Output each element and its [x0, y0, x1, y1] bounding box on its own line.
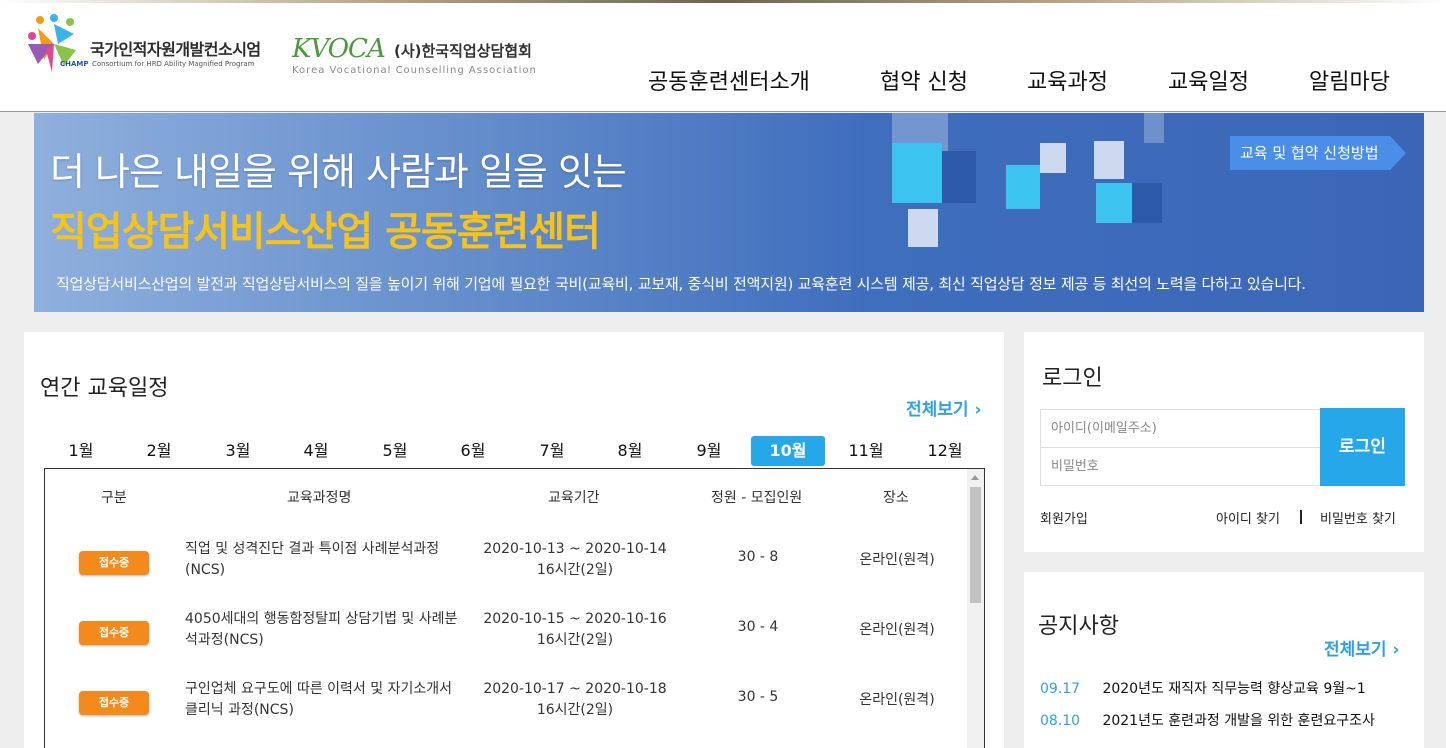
- table-scrollbar[interactable]: [967, 469, 984, 748]
- schedule-view-all-link[interactable]: 전체보기 ›: [906, 395, 982, 420]
- status-badge: 접수중: [79, 691, 149, 715]
- month-tab-7[interactable]: 7월: [515, 436, 589, 466]
- month-tab-1[interactable]: 1월: [44, 436, 118, 466]
- month-tab-12[interactable]: 12월: [908, 436, 982, 466]
- find-id-link[interactable]: 아이디 찾기: [1216, 508, 1280, 527]
- table-row[interactable]: 접수중 직업 및 성격진단 결과 특이점 사례분석과정(NCS) 2020-10…: [45, 535, 965, 605]
- month-tab-11[interactable]: 11월: [829, 436, 903, 466]
- status-badge: 접수중: [79, 621, 149, 645]
- course-dates: 2020-10-13 ~ 2020-10-14: [483, 541, 667, 557]
- course-hours: 16시간(2일): [536, 562, 614, 578]
- banner-cube-graphic: [892, 113, 1164, 247]
- month-tab-8[interactable]: 8월: [593, 436, 667, 466]
- column-header-course-name: 교육과정명: [287, 490, 352, 506]
- month-tab-3[interactable]: 3월: [201, 436, 275, 466]
- table-row[interactable]: 접수중 구인업체 요구도에 따른 이력서 및 자기소개서 클리닉 과정(NCS)…: [45, 675, 965, 745]
- scroll-up-arrow-icon[interactable]: [971, 475, 979, 480]
- kvoca-logo-subtitle: Korea Vocational Counselling Association: [292, 65, 537, 76]
- notice-title: 공지사항: [1038, 614, 1119, 639]
- course-place: 온라인(원격): [859, 552, 935, 568]
- course-hours: 16시간(2일): [536, 632, 614, 648]
- course-capacity: 30 - 8: [737, 549, 779, 565]
- course-period: 2020-10-15 ~ 2020-10-16 16시간(2일): [475, 609, 675, 651]
- nav-item-center-intro[interactable]: 공동훈련센터소개: [648, 64, 810, 100]
- course-name[interactable]: 4050세대의 행동함정탈피 상담기법 및 사례분석과정(NCS): [185, 609, 465, 651]
- scrollbar-thumb[interactable]: [970, 487, 981, 603]
- header-top-line: [0, 0, 1446, 3]
- column-header-period: 교육기간: [548, 490, 600, 506]
- course-period: 2020-10-17 ~ 2020-10-18 16시간(2일): [475, 679, 675, 721]
- month-tabs: 1월 2월 3월 4월 5월 6월 7월 8월 9월 10월 11월 12월: [44, 436, 984, 468]
- kvoca-logo-name: (사)한국직업상담협회: [394, 42, 532, 60]
- month-tab-6[interactable]: 6월: [436, 436, 510, 466]
- course-place: 온라인(원격): [859, 692, 935, 708]
- month-tab-5[interactable]: 5월: [358, 436, 432, 466]
- nav-item-notice-board[interactable]: 알림마당: [1309, 64, 1390, 100]
- link-divider: [1300, 510, 1302, 524]
- month-tab-2[interactable]: 2월: [122, 436, 196, 466]
- list-item[interactable]: 08.10 2021년도 훈련과정 개발을 위한 훈련요구조사: [1040, 710, 1375, 730]
- course-capacity: 30 - 5: [737, 689, 779, 705]
- table-row[interactable]: 접수중 4050세대의 행동함정탈피 상담기법 및 사례분석과정(NCS) 20…: [45, 605, 965, 675]
- month-tab-9[interactable]: 9월: [672, 436, 746, 466]
- notice-view-all-label: 전체보기: [1324, 640, 1387, 660]
- course-place: 온라인(원격): [859, 622, 935, 638]
- notice-view-all-link[interactable]: 전체보기 ›: [1324, 635, 1400, 660]
- course-capacity: 30 - 4: [737, 619, 779, 635]
- schedule-table: 구분 교육과정명 교육기간 정원 - 모집인원 장소 접수중 직업 및 성격진단…: [44, 468, 985, 748]
- signup-link[interactable]: 회원가입: [1040, 508, 1088, 527]
- list-item[interactable]: 09.17 2020년도 재직자 직무능력 향상교육 9월~1: [1040, 678, 1366, 698]
- login-panel: 로그인 아이디(이메일주소) 비밀번호 로그인 회원가입 아이디 찾기 비밀번호…: [1024, 332, 1424, 552]
- schedule-view-all-label: 전체보기: [906, 400, 969, 420]
- password-field[interactable]: 비밀번호: [1040, 447, 1321, 486]
- champ-logo-subtitle: Consortium for HRD Ability Magnified Pro…: [92, 60, 255, 68]
- course-dates: 2020-10-15 ~ 2020-10-16: [483, 611, 667, 627]
- course-name[interactable]: 구인업체 요구도에 따른 이력서 및 자기소개서 클리닉 과정(NCS): [185, 679, 465, 721]
- month-tab-10[interactable]: 10월: [751, 436, 825, 466]
- banner-title: 직업상담서비스산업 공동훈련센터: [50, 209, 601, 255]
- course-hours: 16시간(2일): [536, 702, 614, 718]
- hero-banner: 더 나은 내일을 위해 사람과 일을 잇는 직업상담서비스산업 공동훈련센터 직…: [34, 113, 1424, 312]
- site-header: 국가인적자원개발컨소시엄 CHAMP Consortium for HRD Ab…: [0, 0, 1446, 112]
- email-field[interactable]: 아이디(이메일주소): [1040, 409, 1321, 448]
- chevron-right-icon: ›: [974, 400, 982, 420]
- banner-description: 직업상담서비스산업의 발전과 직업상담서비스의 질을 높이기 위해 기업에 필요…: [56, 275, 1306, 293]
- nav-item-courses[interactable]: 교육과정: [1027, 64, 1108, 100]
- chevron-right-icon: ›: [1392, 640, 1400, 660]
- course-name[interactable]: 직업 및 성격진단 결과 특이점 사례분석과정(NCS): [185, 539, 465, 581]
- kvoca-logo[interactable]: KVOCA (사)한국직업상담협회 Korea Vocational Couns…: [292, 34, 542, 84]
- month-tab-4[interactable]: 4월: [279, 436, 353, 466]
- status-badge: 접수중: [79, 551, 149, 575]
- notice-text[interactable]: 2020년도 재직자 직무능력 향상교육 9월~1: [1102, 681, 1365, 697]
- annual-schedule-panel: 연간 교육일정 전체보기 › 1월 2월 3월 4월 5월 6월 7월 8월 9…: [24, 332, 1004, 748]
- apply-guide-button[interactable]: 교육 및 협약 신청방법: [1230, 136, 1406, 170]
- notice-panel: 공지사항 전체보기 › 09.17 2020년도 재직자 직무능력 향상교육 9…: [1024, 572, 1424, 748]
- champ-logo-abbr: CHAMP: [60, 60, 89, 68]
- notice-date: 09.17: [1040, 681, 1081, 697]
- champ-logo[interactable]: 국가인적자원개발컨소시엄 CHAMP Consortium for HRD Ab…: [24, 14, 284, 86]
- find-password-link[interactable]: 비밀번호 찾기: [1320, 508, 1396, 527]
- course-dates: 2020-10-17 ~ 2020-10-18: [483, 681, 667, 697]
- champ-logo-title: 국가인적자원개발컨소시엄: [90, 40, 261, 59]
- course-period: 2020-10-13 ~ 2020-10-14 16시간(2일): [475, 539, 675, 581]
- kvoca-logo-mark: KVOCA: [292, 34, 386, 64]
- column-header-capacity: 정원 - 모집인원: [711, 490, 803, 506]
- nav-item-schedule[interactable]: 교육일정: [1168, 64, 1249, 100]
- login-button[interactable]: 로그인: [1320, 408, 1405, 486]
- nav-item-agreement[interactable]: 협약 신청: [880, 64, 968, 100]
- column-header-category: 구분: [101, 490, 127, 506]
- notice-text[interactable]: 2021년도 훈련과정 개발을 위한 훈련요구조사: [1102, 713, 1374, 729]
- column-header-place: 장소: [883, 490, 909, 506]
- notice-date: 08.10: [1040, 713, 1081, 729]
- login-title: 로그인: [1042, 366, 1103, 391]
- schedule-title: 연간 교육일정: [40, 376, 169, 401]
- banner-headline: 더 나은 내일을 위해 사람과 일을 잇는: [50, 150, 627, 194]
